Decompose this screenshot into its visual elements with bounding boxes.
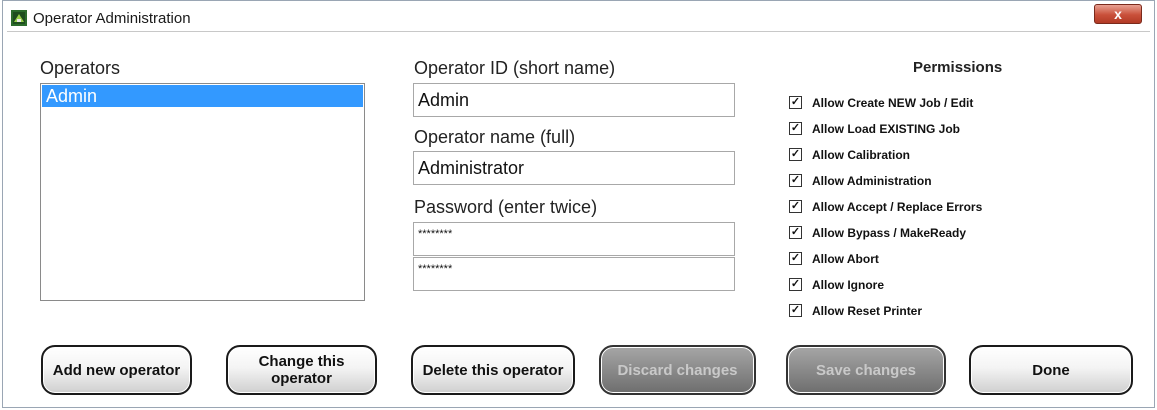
checkbox-checked-icon[interactable]: ✓	[789, 148, 802, 161]
app-icon	[11, 10, 27, 26]
password-field[interactable]: ********	[413, 222, 735, 256]
operators-list[interactable]: Admin	[40, 83, 365, 301]
perm-label: Allow Create NEW Job / Edit	[812, 96, 974, 110]
dialog-body: Operators Admin Operator ID (short name)…	[7, 31, 1150, 403]
perm-label: Allow Administration	[812, 174, 932, 188]
checkbox-checked-icon[interactable]: ✓	[789, 174, 802, 187]
permissions-title: Permissions	[913, 59, 1003, 76]
perm-label: Allow Accept / Replace Errors	[812, 200, 983, 214]
operator-name-label: Operator name (full)	[414, 127, 576, 147]
operator-admin-window: Operator Administration x Operators Admi…	[2, 0, 1155, 408]
delete-operator-button[interactable]: Delete this operator	[411, 345, 575, 395]
operator-id-field[interactable]: Admin	[413, 83, 735, 117]
password-confirm-field[interactable]: ********	[413, 257, 735, 291]
checkbox-checked-icon[interactable]: ✓	[789, 278, 802, 291]
button-label: Save changes	[815, 361, 917, 379]
checkbox-checked-icon[interactable]: ✓	[789, 252, 802, 265]
button-label: Change this operator	[258, 353, 345, 387]
discard-changes-button[interactable]: Discard changes	[599, 345, 756, 395]
close-button[interactable]: x	[1094, 4, 1142, 24]
password-label: Password (enter twice)	[414, 197, 598, 217]
button-label: Delete this operator	[422, 361, 564, 379]
checkbox-checked-icon[interactable]: ✓	[789, 304, 802, 317]
perm-label: Allow Ignore	[812, 278, 884, 292]
button-label: Done	[1032, 361, 1070, 379]
button-label: Discard changes	[617, 361, 738, 379]
close-icon: x	[1114, 6, 1122, 22]
list-item-admin[interactable]: Admin	[42, 85, 363, 107]
change-operator-button[interactable]: Change this operator	[226, 345, 377, 395]
window-title: Operator Administration	[33, 10, 191, 27]
operator-name-field[interactable]: Administrator	[413, 151, 735, 185]
perm-label: Allow Reset Printer	[812, 304, 923, 318]
operator-id-label: Operator ID (short name)	[414, 58, 616, 78]
add-operator-button[interactable]: Add new operator	[41, 345, 192, 395]
save-changes-button[interactable]: Save changes	[786, 345, 946, 395]
checkbox-checked-icon[interactable]: ✓	[789, 96, 802, 109]
perm-label: Allow Calibration	[812, 148, 911, 162]
title-bar: Operator Administration x	[3, 1, 1154, 31]
perm-label: Allow Load EXISTING Job	[812, 122, 961, 136]
checkbox-checked-icon[interactable]: ✓	[789, 200, 802, 213]
button-label: Add new operator	[52, 361, 181, 379]
perm-label: Allow Abort	[812, 252, 879, 266]
perm-label: Allow Bypass / MakeReady	[812, 226, 967, 240]
operators-label: Operators	[40, 58, 121, 78]
done-button[interactable]: Done	[969, 345, 1133, 395]
checkbox-checked-icon[interactable]: ✓	[789, 226, 802, 239]
checkbox-checked-icon[interactable]: ✓	[789, 122, 802, 135]
